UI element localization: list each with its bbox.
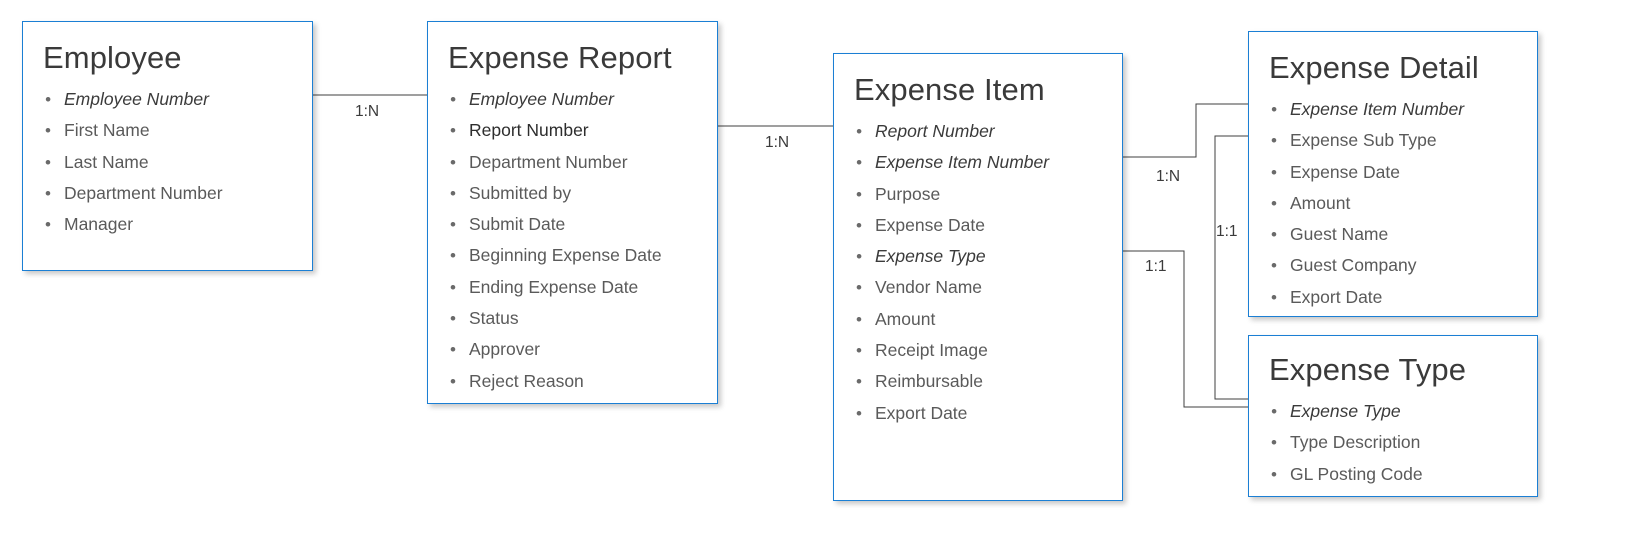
attribute-item: Beginning Expense Date [448,240,662,272]
attribute-item: Expense Date [854,210,1049,242]
attribute-item: Reject Reason [448,366,662,398]
cardinality-label-expense-item-expense-detail: 1:N [1156,168,1181,185]
cardinality-label-employee-expense-report: 1:N [355,103,380,120]
attribute-item: Amount [854,304,1049,336]
entity-employee[interactable]: Employee Employee Number First Name Last… [22,21,313,271]
attribute-item: Report Number [448,115,662,147]
attribute-item: Receipt Image [854,335,1049,367]
attribute-item: Type Description [1269,427,1423,459]
attribute-list-employee: Employee Number First Name Last Name Dep… [43,84,223,241]
attribute-item: Guest Name [1269,219,1464,251]
entity-title-expense-type: Expense Type [1269,352,1467,387]
attribute-list-expense-type: Expense Type Type Description GL Posting… [1269,396,1423,490]
attribute-item: Export Date [854,398,1049,430]
attribute-item: Last Name [43,147,223,179]
attribute-item: Manager [43,209,223,241]
entity-title-expense-report: Expense Report [448,40,672,75]
attribute-item: Submitted by [448,178,662,210]
attribute-item: Expense Date [1269,157,1464,189]
attribute-item: Expense Type [1269,396,1423,428]
attribute-item: Submit Date [448,209,662,241]
entity-expense-item[interactable]: Expense Item Report Number Expense Item … [833,53,1123,501]
attribute-item: Status [448,303,662,335]
attribute-item: First Name [43,115,223,147]
attribute-item: Vendor Name [854,272,1049,304]
attribute-item: Approver [448,334,662,366]
entity-expense-detail[interactable]: Expense Detail Expense Item Number Expen… [1248,31,1538,317]
entity-title-expense-detail: Expense Detail [1269,50,1479,85]
cardinality-label-expense-detail-expense-type: 1:1 [1216,223,1238,240]
attribute-item: Reimbursable [854,366,1049,398]
attribute-item: Expense Type [854,241,1049,273]
er-diagram-canvas: Employee Employee Number First Name Last… [0,0,1636,559]
attribute-item: Ending Expense Date [448,272,662,304]
cardinality-label-expense-item-expense-type: 1:1 [1145,258,1167,275]
attribute-item: Department Number [448,147,662,179]
attribute-item: GL Posting Code [1269,459,1423,491]
attribute-item: Department Number [43,178,223,210]
attribute-item: Purpose [854,179,1049,211]
attribute-item: Expense Sub Type [1269,125,1464,157]
entity-expense-report[interactable]: Expense Report Employee Number Report Nu… [427,21,718,404]
attribute-item: Amount [1269,188,1464,220]
entity-title-expense-item: Expense Item [854,72,1045,107]
attribute-item: Report Number [854,116,1049,148]
attribute-item: Employee Number [448,84,662,116]
entity-title-employee: Employee [43,40,182,75]
attribute-item: Expense Item Number [854,147,1049,179]
entity-expense-type[interactable]: Expense Type Expense Type Type Descripti… [1248,335,1538,497]
cardinality-label-expense-report-expense-item: 1:N [765,134,790,151]
attribute-item: Employee Number [43,84,223,116]
attribute-list-expense-item: Report Number Expense Item Number Purpos… [854,116,1049,429]
attribute-list-expense-detail: Expense Item Number Expense Sub Type Exp… [1269,94,1464,313]
attribute-item: Expense Item Number [1269,94,1464,126]
attribute-item: Guest Company [1269,250,1464,282]
attribute-list-expense-report: Employee Number Report Number Department… [448,84,662,397]
attribute-item: Export Date [1269,282,1464,314]
